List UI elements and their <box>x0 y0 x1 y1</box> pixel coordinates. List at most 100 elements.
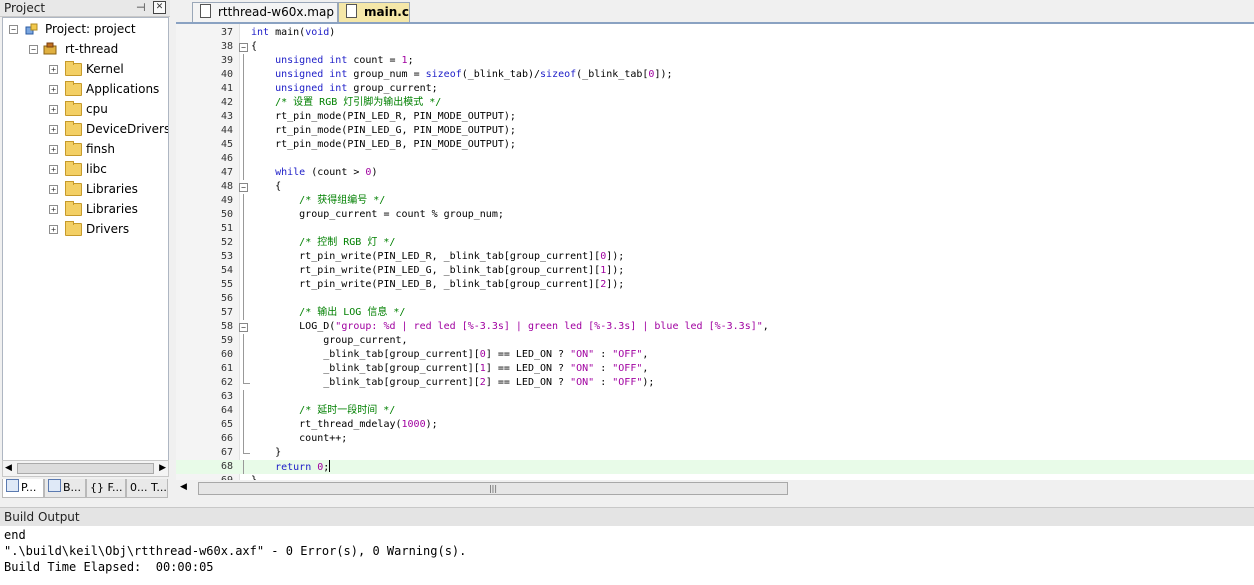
code-text: /* 获得组编号 */ <box>299 195 386 206</box>
expand-icon[interactable]: + <box>49 165 58 174</box>
code-line[interactable]: 66 count++; <box>176 432 1254 446</box>
code-line[interactable]: 64 /* 延时一段时间 */ <box>176 404 1254 418</box>
tree-group-label: finsh <box>86 142 116 156</box>
tree-group-row[interactable]: + Kernel <box>3 60 168 78</box>
code-line[interactable]: 41 unsigned int group_current; <box>176 82 1254 96</box>
tree-group-row[interactable]: + finsh <box>3 140 168 158</box>
code-line[interactable]: 65 rt_thread_mdelay(1000); <box>176 418 1254 432</box>
code-line[interactable]: 49 /* 获得组编号 */ <box>176 194 1254 208</box>
fold-guide <box>243 138 244 152</box>
expand-icon[interactable]: + <box>49 185 58 194</box>
tab-functions[interactable]: {} F... <box>86 479 126 498</box>
scroll-right-icon[interactable]: ▶ <box>159 463 166 473</box>
code-line[interactable]: 57 /* 输出 LOG 信息 */ <box>176 306 1254 320</box>
tree-group-row[interactable]: + Applications <box>3 80 168 98</box>
code-text: rt_pin_mode(PIN_LED_G, PIN_MODE_OUTPUT); <box>251 125 516 136</box>
code-editor[interactable]: 37 int main(void) 38−{39 unsigned int coun… <box>176 22 1254 480</box>
tree-group-row[interactable]: + Libraries <box>3 180 168 198</box>
tab-templates[interactable]: 0... T... <box>126 479 168 498</box>
code-line[interactable]: 48− { <box>176 180 1254 194</box>
scroll-thumb[interactable] <box>17 463 154 474</box>
code-text: /* 设置 RGB 灯引脚为输出模式 */ <box>275 97 442 108</box>
tree-group-row[interactable]: + libc <box>3 160 168 178</box>
line-number: 55 <box>220 279 233 290</box>
code-line[interactable]: 42 /* 设置 RGB 灯引脚为输出模式 */ <box>176 96 1254 110</box>
expand-icon[interactable]: + <box>49 145 58 154</box>
expand-icon[interactable]: + <box>49 225 58 234</box>
scroll-left-icon[interactable]: ◀ <box>180 482 187 492</box>
code-line[interactable]: 62 _blink_tab[group_current][2] == LED_O… <box>176 376 1254 390</box>
code-line[interactable]: 68 return 0; <box>176 460 1254 474</box>
expand-icon[interactable]: + <box>49 125 58 134</box>
line-number: 63 <box>220 391 233 402</box>
code-line[interactable]: 40 unsigned int group_num = sizeof(_blin… <box>176 68 1254 82</box>
code-line[interactable]: 67 } <box>176 446 1254 460</box>
tree-target-row[interactable]: − rt-thread <box>3 40 168 58</box>
code-line[interactable]: 61 _blink_tab[group_current][1] == LED_O… <box>176 362 1254 376</box>
line-number: 41 <box>220 83 233 94</box>
code-line[interactable]: 52 /* 控制 RGB 灯 */ <box>176 236 1254 250</box>
tab-map-file[interactable]: rtthread-w60x.map <box>192 2 338 22</box>
collapse-icon[interactable]: − <box>9 25 18 34</box>
expand-icon[interactable]: + <box>49 65 58 74</box>
code-line[interactable]: 59 group_current, <box>176 334 1254 348</box>
code-line[interactable]: 53 rt_pin_write(PIN_LED_R, _blink_tab[gr… <box>176 250 1254 264</box>
expand-icon[interactable]: + <box>49 205 58 214</box>
fold-collapse-icon[interactable]: − <box>239 183 248 192</box>
tab-project[interactable]: P... <box>2 479 44 498</box>
line-number: 64 <box>220 405 233 416</box>
code-line[interactable]: 37 int main(void) <box>176 26 1254 40</box>
code-text: while (count > 0) <box>275 167 378 178</box>
line-number: 48 <box>220 181 233 192</box>
tree-group-row[interactable]: + DeviceDrivers <box>3 120 168 138</box>
tree-group-row[interactable]: + Libraries <box>3 200 168 218</box>
tree-root-row[interactable]: − Project: project <box>3 20 168 38</box>
code-line[interactable]: 51 <box>176 222 1254 236</box>
line-number: 62 <box>220 377 233 388</box>
tree-group-row[interactable]: + cpu <box>3 100 168 118</box>
line-number: 67 <box>220 447 233 458</box>
tree-group-row[interactable]: + Drivers <box>3 220 168 238</box>
code-text: group_current, <box>251 335 408 346</box>
code-text: group_current = count % group_num; <box>251 209 504 220</box>
code-line[interactable]: 50 group_current = count % group_num; <box>176 208 1254 222</box>
line-number: 49 <box>220 195 233 206</box>
tree-group-label: Applications <box>86 82 160 96</box>
code-line[interactable]: 39 unsigned int count = 1; <box>176 54 1254 68</box>
code-line[interactable]: 46 <box>176 152 1254 166</box>
fold-guide <box>243 362 244 376</box>
tab-main-c[interactable]: main.c <box>338 2 410 22</box>
code-line[interactable]: 63 <box>176 390 1254 404</box>
editor-horizontal-scrollbar[interactable]: ◀ ||| <box>176 480 1254 497</box>
tab-label: 0... T... <box>130 481 167 494</box>
build-output-panel[interactable]: end ".\build\keil\Obj\rtthread-w60x.axf"… <box>0 526 1254 585</box>
fold-collapse-icon[interactable]: − <box>239 43 248 52</box>
code-line[interactable]: 43 rt_pin_mode(PIN_LED_R, PIN_MODE_OUTPU… <box>176 110 1254 124</box>
close-icon[interactable]: ✕ <box>153 1 166 14</box>
project-pane-header: Project ⊣ ✕ <box>0 0 170 17</box>
code-line[interactable]: 58− LOG_D("group: %d | red led [%-3.3s] … <box>176 320 1254 334</box>
pin-icon[interactable]: ⊣ <box>136 1 146 14</box>
code-text: rt_pin_write(PIN_LED_G, _blink_tab[group… <box>251 265 625 276</box>
code-line[interactable]: 55 rt_pin_write(PIN_LED_B, _blink_tab[gr… <box>176 278 1254 292</box>
code-line[interactable]: 56 <box>176 292 1254 306</box>
folder-icon <box>65 101 82 116</box>
project-tree[interactable]: − Project: project − rt-thread + Kernel … <box>2 17 169 461</box>
scroll-thumb[interactable]: ||| <box>198 482 788 495</box>
code-line[interactable]: 47 while (count > 0) <box>176 166 1254 180</box>
collapse-icon[interactable]: − <box>29 45 38 54</box>
scroll-left-icon[interactable]: ◀ <box>5 463 12 473</box>
fold-collapse-icon[interactable]: − <box>239 323 248 332</box>
code-line[interactable]: 60 _blink_tab[group_current][0] == LED_O… <box>176 348 1254 362</box>
code-line[interactable]: 38−{ <box>176 40 1254 54</box>
tab-books[interactable]: B... <box>44 479 86 498</box>
expand-icon[interactable]: + <box>49 85 58 94</box>
expand-icon[interactable]: + <box>49 105 58 114</box>
code-text: int main(void) <box>251 27 336 38</box>
tree-horizontal-scrollbar[interactable]: ◀ ▶ <box>2 460 169 477</box>
build-output-line: end <box>4 528 26 542</box>
code-line[interactable]: 44 rt_pin_mode(PIN_LED_G, PIN_MODE_OUTPU… <box>176 124 1254 138</box>
code-line[interactable]: 54 rt_pin_write(PIN_LED_G, _blink_tab[gr… <box>176 264 1254 278</box>
code-text: count++; <box>251 433 348 444</box>
code-line[interactable]: 45 rt_pin_mode(PIN_LED_B, PIN_MODE_OUTPU… <box>176 138 1254 152</box>
